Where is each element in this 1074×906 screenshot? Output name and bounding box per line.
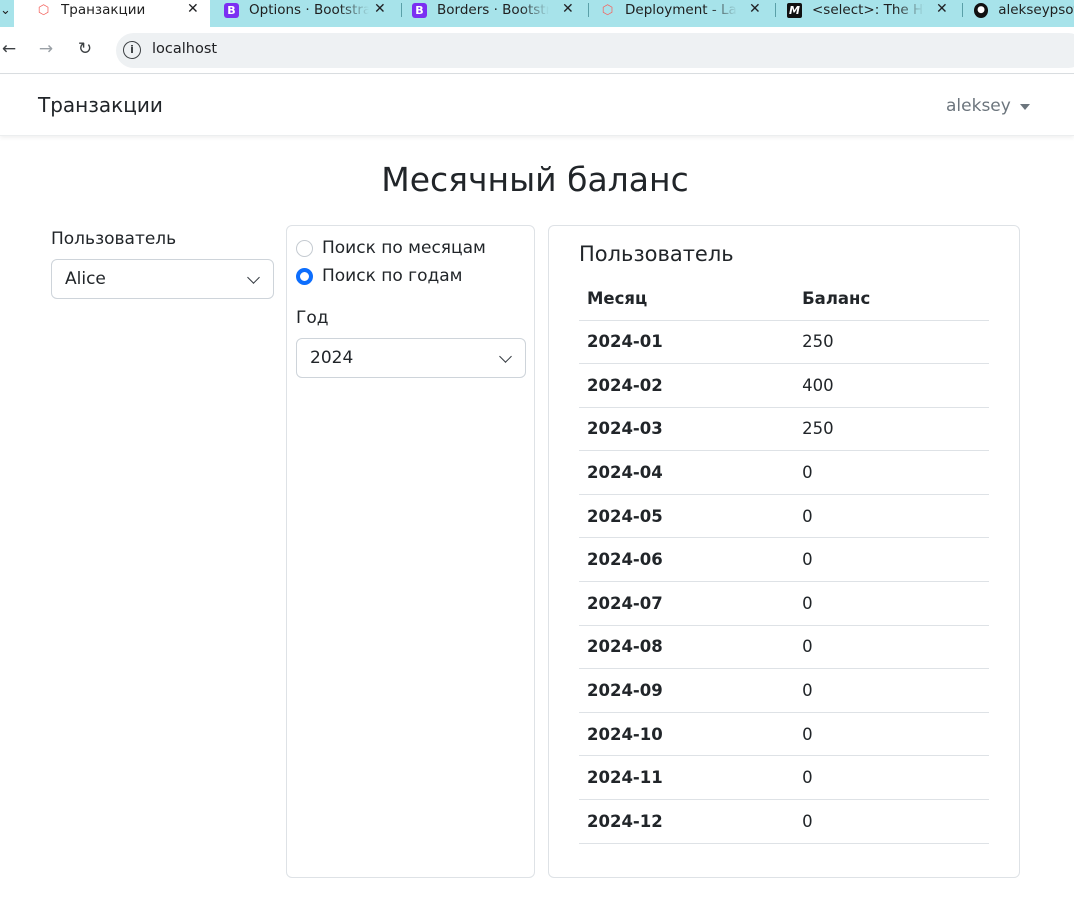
table-row: 2024-11 0 bbox=[579, 755, 989, 801]
table-row: 2024-06 0 bbox=[579, 537, 989, 583]
page-title: Месячный баланс bbox=[381, 160, 689, 199]
column-header-balance: Баланс bbox=[795, 277, 989, 321]
tab-separator bbox=[588, 3, 589, 17]
table-row: 2024-04 0 bbox=[579, 450, 989, 495]
close-icon[interactable]: ✕ bbox=[936, 1, 948, 17]
table-row: 2024-02 400 bbox=[579, 363, 989, 408]
user-select-label: Пользователь bbox=[51, 229, 177, 249]
month-cell: 2024-03 bbox=[579, 407, 796, 452]
month-cell: 2024-09 bbox=[579, 668, 796, 713]
tab-title: Options · Bootstrap bbox=[249, 2, 369, 18]
chevron-down-icon bbox=[499, 350, 512, 363]
app-navbar: Транзакции aleksey bbox=[0, 75, 1074, 136]
table-row: 2024-03 250 bbox=[579, 407, 989, 452]
month-cell: 2024-12 bbox=[579, 799, 796, 844]
tab-title: <select>: The HTML bbox=[812, 2, 924, 18]
table-row: 2024-07 0 bbox=[579, 581, 989, 626]
radio-search-years[interactable]: Поиск по годам bbox=[296, 266, 463, 286]
balance-card-title: Пользователь bbox=[579, 242, 734, 266]
balance-table: Месяц Баланс 2024-01 250 2024-02 400 2024-… bbox=[579, 277, 989, 844]
mdn-icon: M bbox=[787, 2, 802, 18]
table-row: 2024-12 0 bbox=[579, 799, 989, 844]
table-row: 2024-09 0 bbox=[579, 668, 989, 713]
tab-title: Deployment - Laravel bbox=[625, 2, 737, 18]
month-cell: 2024-01 bbox=[579, 320, 796, 365]
user-dropdown-toggle[interactable]: aleksey bbox=[946, 96, 1030, 116]
balance-cell: 0 bbox=[795, 625, 989, 670]
close-icon[interactable]: ✕ bbox=[562, 1, 574, 17]
user-name: aleksey bbox=[946, 96, 1011, 116]
url-text[interactable]: localhost bbox=[152, 41, 217, 57]
table-row: 2024-08 0 bbox=[579, 625, 989, 670]
balance-cell: 250 bbox=[795, 320, 989, 365]
radio-button-unchecked[interactable] bbox=[296, 239, 313, 257]
year-select[interactable]: 2024 bbox=[296, 338, 526, 378]
back-arrow-icon[interactable]: ← bbox=[0, 38, 20, 60]
tab-strip-menu-button[interactable]: ⌄ bbox=[0, 0, 11, 20]
year-select-value: 2024 bbox=[310, 348, 354, 368]
month-cell: 2024-02 bbox=[579, 363, 796, 408]
balance-cell: 250 bbox=[795, 407, 989, 452]
close-icon[interactable]: ✕ bbox=[749, 1, 761, 17]
tab-title: alekseypsoft bbox=[998, 2, 1074, 18]
balance-cell: 0 bbox=[795, 668, 989, 713]
tab-transactions[interactable]: ⬡ Транзакции ✕ bbox=[36, 0, 206, 20]
github-icon: ● bbox=[974, 2, 989, 18]
table-row: 2024-01 250 bbox=[579, 320, 989, 365]
tab-mdn-select[interactable]: M <select>: The HTML ✕ bbox=[787, 0, 952, 20]
user-select[interactable]: Alice bbox=[51, 259, 274, 299]
balance-cell: 400 bbox=[795, 363, 989, 408]
browser-toolbar: ← → ↻ i localhost bbox=[0, 27, 1074, 74]
table-row: 2024-05 0 bbox=[579, 494, 989, 539]
bootstrap-icon: B bbox=[224, 2, 239, 18]
balance-cell: 0 bbox=[795, 537, 989, 583]
info-icon[interactable]: i bbox=[123, 41, 141, 59]
tab-laravel-deployment[interactable]: ⬡ Deployment - Laravel ✕ bbox=[600, 0, 765, 20]
year-select-label: Год bbox=[296, 308, 329, 328]
close-icon[interactable]: ✕ bbox=[187, 1, 199, 17]
table-header-row: Месяц Баланс bbox=[579, 277, 989, 321]
laravel-icon: ⬡ bbox=[37, 2, 50, 18]
radio-label: Поиск по месяцам bbox=[322, 238, 486, 258]
month-cell: 2024-11 bbox=[579, 755, 796, 801]
balance-cell: 0 bbox=[795, 494, 989, 539]
column-header-month: Месяц bbox=[579, 277, 796, 321]
radio-label: Поиск по годам bbox=[322, 266, 463, 286]
month-cell: 2024-04 bbox=[579, 450, 796, 495]
month-cell: 2024-08 bbox=[579, 625, 796, 670]
radio-button-checked[interactable] bbox=[296, 267, 313, 285]
reload-icon[interactable]: ↻ bbox=[74, 38, 96, 60]
caret-down-icon bbox=[1019, 103, 1030, 110]
table-row: 2024-10 0 bbox=[579, 712, 989, 757]
tab-title: Borders · Bootstrap bbox=[437, 2, 549, 18]
tab-github[interactable]: ● alekseypsoft bbox=[974, 0, 1074, 20]
chevron-down-icon: ⌄ bbox=[0, 2, 11, 18]
radio-search-months[interactable]: Поиск по месяцам bbox=[296, 238, 486, 258]
user-select-value: Alice bbox=[65, 269, 106, 289]
balance-cell: 0 bbox=[795, 712, 989, 757]
bootstrap-icon: B bbox=[412, 2, 427, 18]
navbar-brand[interactable]: Транзакции bbox=[38, 93, 163, 117]
balance-cell: 0 bbox=[795, 799, 989, 844]
tab-separator bbox=[775, 3, 776, 17]
balance-cell: 0 bbox=[795, 450, 989, 495]
address-bar[interactable]: i localhost bbox=[116, 33, 1074, 68]
month-cell: 2024-07 bbox=[579, 581, 796, 626]
month-cell: 2024-10 bbox=[579, 712, 796, 757]
month-cell: 2024-06 bbox=[579, 537, 796, 583]
chevron-down-icon bbox=[247, 271, 260, 284]
balance-cell: 0 bbox=[795, 755, 989, 801]
tab-bootstrap-options[interactable]: B Options · Bootstrap ✕ bbox=[224, 0, 389, 20]
tab-title: Транзакции bbox=[61, 2, 146, 18]
browser-tab-strip: ⌄ ⬡ Транзакции ✕ B Options · Bootstrap ✕… bbox=[0, 0, 1074, 27]
forward-arrow-icon[interactable]: → bbox=[35, 38, 57, 60]
tab-separator bbox=[962, 3, 963, 17]
close-icon[interactable]: ✕ bbox=[374, 1, 386, 17]
laravel-icon: ⬡ bbox=[601, 2, 614, 18]
tab-bootstrap-borders[interactable]: B Borders · Bootstrap ✕ bbox=[412, 0, 577, 20]
balance-cell: 0 bbox=[795, 581, 989, 626]
tab-separator bbox=[401, 3, 402, 17]
month-cell: 2024-05 bbox=[579, 494, 796, 539]
